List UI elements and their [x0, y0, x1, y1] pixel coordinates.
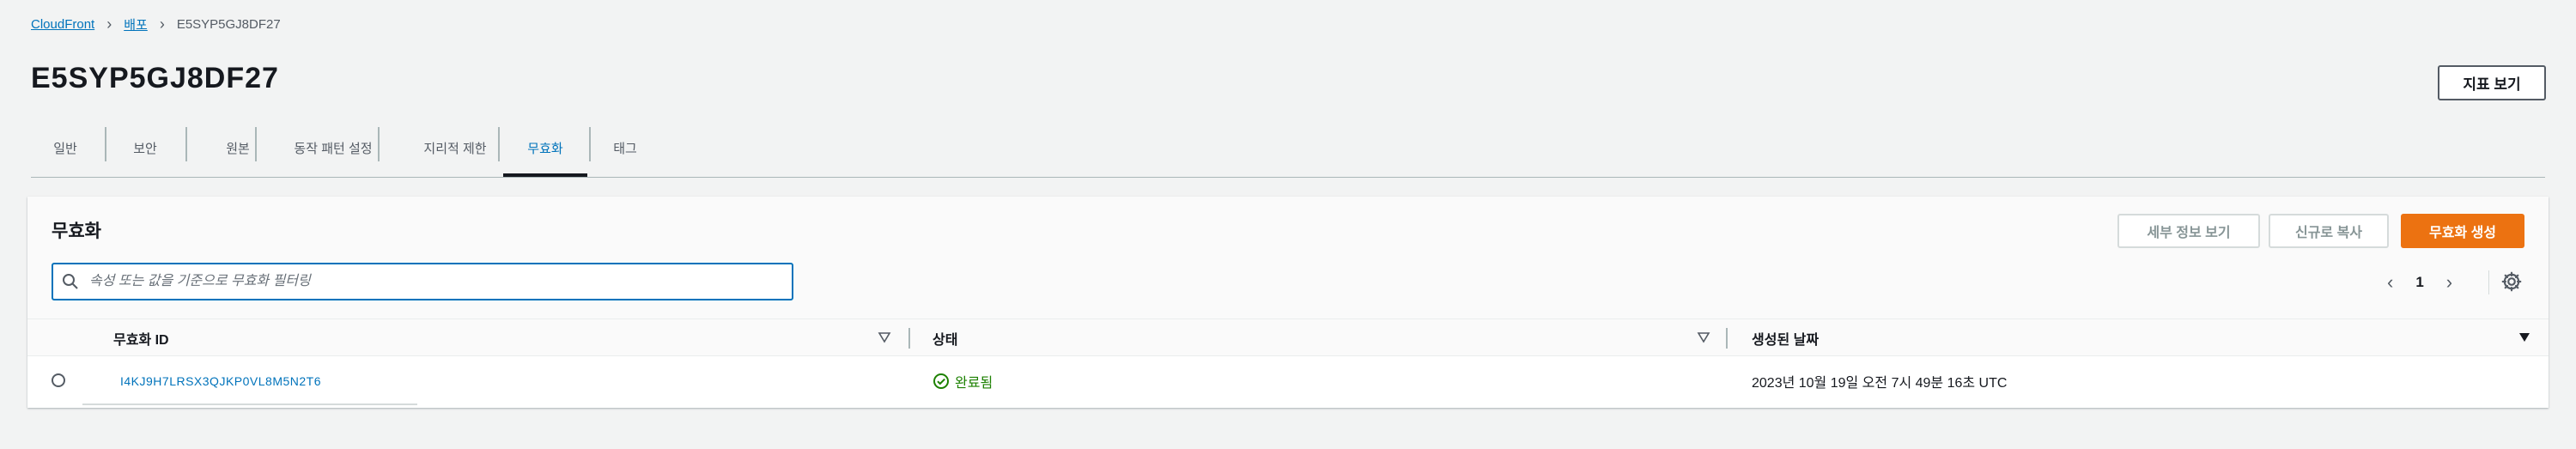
check-circle-icon [933, 373, 949, 389]
sort-icon[interactable] [1697, 331, 1710, 348]
view-metrics-button[interactable]: 지표 보기 [2438, 65, 2546, 100]
search-field[interactable] [52, 263, 793, 300]
column-header-status[interactable]: 상태 [933, 319, 957, 357]
breadcrumb-link-distributions[interactable]: 배포 [124, 15, 148, 33]
row-select-radio[interactable] [52, 373, 65, 387]
sort-icon[interactable] [878, 331, 891, 348]
breadcrumb-link-cloudfront[interactable]: CloudFront [31, 17, 94, 32]
breadcrumb: CloudFront › 배포 › E5SYP5GJ8DF27 [31, 15, 281, 33]
copy-to-new-button[interactable]: 신규로 복사 [2269, 214, 2389, 248]
panel-title: 무효화 [52, 221, 101, 241]
tab-divider [255, 127, 257, 161]
search-icon [53, 273, 88, 290]
invalidation-id-link[interactable]: I4KJ9H7LRSX3QJKP0VL8M5N2T6 [120, 374, 321, 388]
row-divider [82, 403, 417, 405]
chevron-right-icon: › [159, 15, 165, 33]
tab-tags[interactable]: 태그 [594, 125, 656, 170]
tab-divider [498, 127, 500, 161]
next-page-icon[interactable]: › [2446, 271, 2452, 294]
status-text: 완료됨 [955, 376, 993, 391]
current-page-number[interactable]: 1 [2415, 274, 2423, 291]
search-input[interactable] [88, 273, 792, 290]
table-cell-id: I4KJ9H7LRSX3QJKP0VL8M5N2T6 [120, 356, 321, 406]
tab-divider [589, 127, 591, 161]
tab-bar: 일반 보안 원본 동작 패턴 설정 지리적 제한 무효화 태그 [31, 122, 2545, 178]
pagination: ‹ 1 › [2387, 267, 2452, 298]
column-header-id[interactable]: 무효화 ID [113, 319, 169, 357]
gear-icon[interactable] [2500, 270, 2523, 297]
tab-divider [105, 127, 106, 161]
tab-invalidations[interactable]: 무효화 [503, 125, 587, 177]
table-cell-status: 완료됨 [933, 356, 993, 406]
column-resizer[interactable] [908, 328, 910, 349]
status-badge: 완료됨 [933, 371, 993, 391]
chevron-right-icon: › [106, 15, 112, 33]
pager-divider [2488, 270, 2489, 294]
sort-descending-icon[interactable] [2518, 331, 2531, 348]
tab-divider [185, 127, 187, 161]
tab-security[interactable]: 보안 [110, 125, 180, 170]
column-header-created[interactable]: 생성된 날짜 [1752, 319, 1819, 357]
page-title: E5SYP5GJ8DF27 [31, 62, 279, 94]
tab-general[interactable]: 일반 [31, 125, 100, 170]
column-resizer[interactable] [1726, 328, 1728, 349]
view-details-button[interactable]: 세부 정보 보기 [2117, 214, 2260, 248]
table-row: I4KJ9H7LRSX3QJKP0VL8M5N2T6 완료됨 2023년 10월… [27, 356, 2549, 406]
breadcrumb-current: E5SYP5GJ8DF27 [176, 17, 281, 32]
table-header: 무효화 ID 상태 생성된 날짜 [27, 319, 2549, 356]
table-cell-created: 2023년 10월 19일 오전 7시 49분 16초 UTC [1752, 376, 2008, 391]
previous-page-icon[interactable]: ‹ [2387, 271, 2393, 294]
invalidations-panel: 무효화 세부 정보 보기 신규로 복사 무효화 생성 ‹ 1 › 무효화 ID … [27, 197, 2549, 408]
tab-divider [378, 127, 380, 161]
create-invalidation-button[interactable]: 무효화 생성 [2401, 214, 2524, 248]
